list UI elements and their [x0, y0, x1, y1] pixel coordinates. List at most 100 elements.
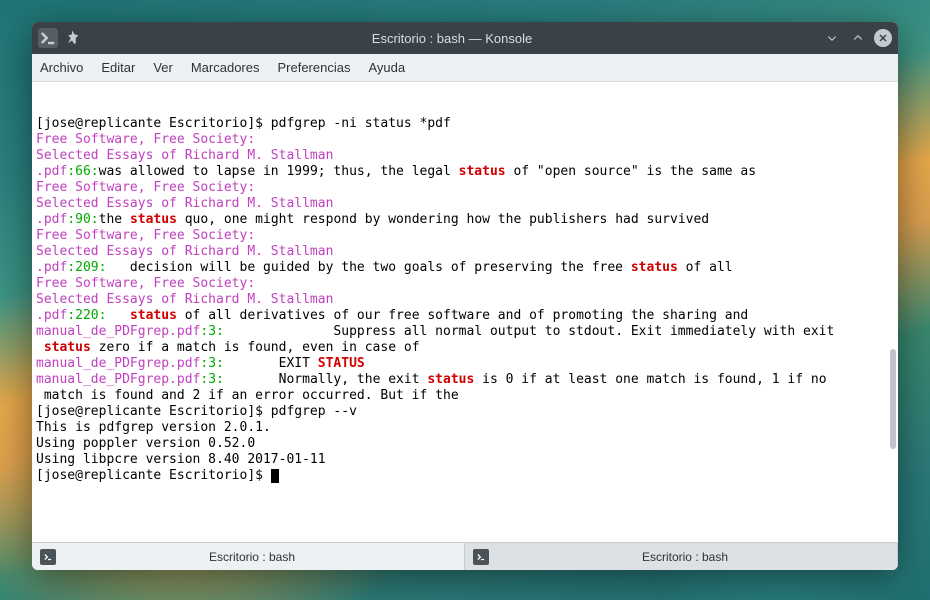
terminal-text: Suppress all normal output to stdout. Ex… [224, 324, 834, 339]
terminal-text: the [99, 212, 130, 227]
terminal-text: manual_de_PDFgrep.pdf [36, 372, 200, 387]
close-button[interactable] [874, 29, 892, 47]
terminal-text: 220 [75, 308, 98, 323]
terminal-text: Using libpcre version 8.40 2017-01-11 [36, 452, 326, 467]
konsole-window: Escritorio : bash — Konsole Archivo Edit… [32, 22, 898, 570]
terminal-line: .pdf:90:the status quo, one might respon… [36, 212, 894, 228]
terminal-text: : [216, 324, 224, 339]
terminal-text: This is pdfgrep version 2.0.1. [36, 420, 271, 435]
terminal-text: Selected Essays of Richard M. Stallman [36, 196, 333, 211]
terminal-text: status [427, 372, 474, 387]
terminal-text: : [67, 164, 75, 179]
tab-1[interactable]: Escritorio : bash [465, 543, 898, 570]
terminal-text: : [216, 356, 224, 371]
tab-label: Escritorio : bash [64, 550, 440, 564]
terminal-text: Free Software, Free Society: [36, 132, 255, 147]
menu-editar[interactable]: Editar [101, 60, 135, 75]
app-icon [38, 28, 58, 48]
terminal-text: was allowed to lapse in 1999; thus, the … [99, 164, 459, 179]
terminal-text: 3 [208, 324, 216, 339]
terminal-text: : [67, 212, 75, 227]
terminal-line: manual_de_PDFgrep.pdf:3: Suppress all no… [36, 324, 894, 340]
terminal-text: .pdf [36, 308, 67, 323]
terminal-icon [40, 549, 56, 565]
terminal-text: status [130, 212, 177, 227]
tabbar: Escritorio : bash Escritorio : bash [32, 542, 898, 570]
terminal-viewport[interactable]: [jose@replicante Escritorio]$ pdfgrep -n… [32, 82, 898, 542]
terminal-line: Selected Essays of Richard M. Stallman [36, 244, 894, 260]
terminal-text: 3 [208, 372, 216, 387]
terminal-line: Free Software, Free Society: [36, 180, 894, 196]
terminal-line: [jose@replicante Escritorio]$ pdfgrep --… [36, 404, 894, 420]
titlebar-left [38, 28, 82, 48]
menu-marcadores[interactable]: Marcadores [191, 60, 260, 75]
titlebar-right [822, 28, 892, 48]
terminal-text: : [216, 372, 224, 387]
terminal-text: status [459, 164, 506, 179]
terminal-text: Selected Essays of Richard M. Stallman [36, 244, 333, 259]
terminal-text: manual_de_PDFgrep.pdf [36, 324, 200, 339]
terminal-text: Selected Essays of Richard M. Stallman [36, 292, 333, 307]
terminal-icon [473, 549, 489, 565]
terminal-text: 3 [208, 356, 216, 371]
terminal-line: Free Software, Free Society: [36, 276, 894, 292]
terminal-text: [jose@replicante Escritorio]$ pdfgrep -n… [36, 116, 451, 131]
window-title: Escritorio : bash — Konsole [82, 31, 822, 46]
terminal-text: of "open source" is the same as [506, 164, 756, 179]
terminal-text: of all derivatives of our free software … [177, 308, 748, 323]
terminal-text: status [44, 340, 91, 355]
terminal-line: Selected Essays of Richard M. Stallman [36, 196, 894, 212]
terminal-text: 66 [75, 164, 91, 179]
titlebar[interactable]: Escritorio : bash — Konsole [32, 22, 898, 54]
pin-icon[interactable] [62, 28, 82, 48]
terminal-text: 90 [75, 212, 91, 227]
terminal-text: 209 [75, 260, 98, 275]
terminal-text: : [91, 164, 99, 179]
terminal-text: quo, one might respond by wondering how … [177, 212, 709, 227]
terminal-text: : [91, 212, 99, 227]
menu-ayuda[interactable]: Ayuda [368, 60, 405, 75]
terminal-text: of all [678, 260, 733, 275]
terminal-line: [jose@replicante Escritorio]$ pdfgrep -n… [36, 116, 894, 132]
terminal-text: Free Software, Free Society: [36, 228, 255, 243]
menu-preferencias[interactable]: Preferencias [277, 60, 350, 75]
terminal-line: manual_de_PDFgrep.pdf:3: EXIT STATUS [36, 356, 894, 372]
terminal-text: decision will be guided by the two goals… [106, 260, 630, 275]
terminal-text [106, 308, 129, 323]
terminal-text: Selected Essays of Richard M. Stallman [36, 148, 333, 163]
terminal-line: match is found and 2 if an error occurre… [36, 388, 894, 404]
terminal-text: Free Software, Free Society: [36, 180, 255, 195]
terminal-line: Selected Essays of Richard M. Stallman [36, 292, 894, 308]
terminal-line: .pdf:220: status of all derivatives of o… [36, 308, 894, 324]
terminal-text: manual_de_PDFgrep.pdf [36, 356, 200, 371]
tab-label: Escritorio : bash [497, 550, 873, 564]
menu-archivo[interactable]: Archivo [40, 60, 83, 75]
tab-0[interactable]: Escritorio : bash [32, 543, 465, 570]
terminal-text: EXIT [224, 356, 318, 371]
terminal-line: Using poppler version 0.52.0 [36, 436, 894, 452]
terminal-text: status [631, 260, 678, 275]
terminal-line: Free Software, Free Society: [36, 228, 894, 244]
maximize-button[interactable] [848, 28, 868, 48]
terminal-text: STATUS [318, 356, 365, 371]
terminal-text: Using poppler version 0.52.0 [36, 436, 255, 451]
terminal-line: Free Software, Free Society: [36, 132, 894, 148]
terminal-line: Selected Essays of Richard M. Stallman [36, 148, 894, 164]
scrollbar[interactable] [890, 349, 896, 449]
terminal-line: manual_de_PDFgrep.pdf:3: Normally, the e… [36, 372, 894, 388]
minimize-button[interactable] [822, 28, 842, 48]
terminal-text: is 0 if at least one match is found, 1 i… [474, 372, 826, 387]
terminal-text: Normally, the exit [224, 372, 428, 387]
terminal-text: zero if a match is found, even in case o… [91, 340, 420, 355]
terminal-text: match is found and 2 if an error occurre… [36, 388, 459, 403]
terminal-text: .pdf [36, 164, 67, 179]
terminal-line: This is pdfgrep version 2.0.1. [36, 420, 894, 436]
menu-ver[interactable]: Ver [153, 60, 173, 75]
terminal-text: : [67, 260, 75, 275]
terminal-text: [jose@replicante Escritorio]$ [36, 468, 271, 483]
terminal-text: .pdf [36, 260, 67, 275]
terminal-text: : [67, 308, 75, 323]
terminal-text: Free Software, Free Society: [36, 276, 255, 291]
terminal-text: [jose@replicante Escritorio]$ pdfgrep --… [36, 404, 357, 419]
terminal-text: status [130, 308, 177, 323]
